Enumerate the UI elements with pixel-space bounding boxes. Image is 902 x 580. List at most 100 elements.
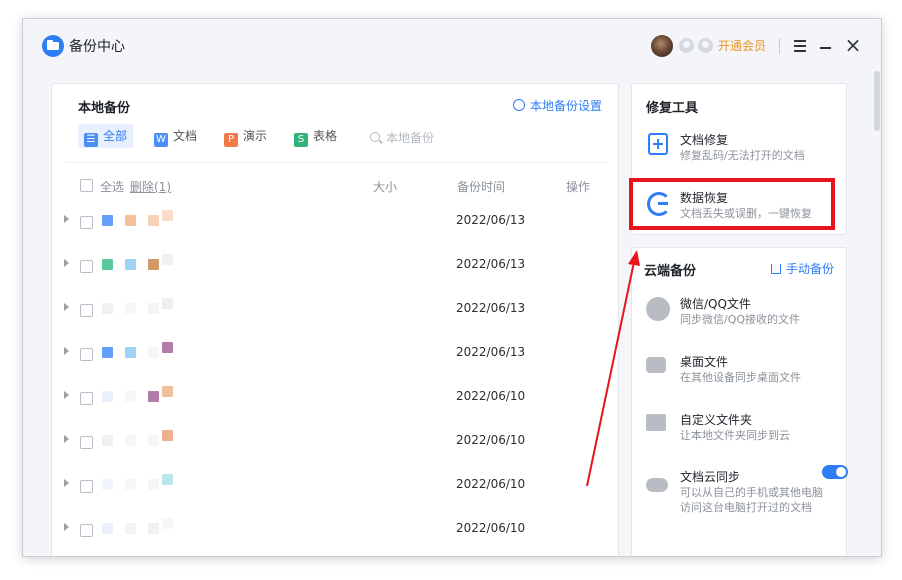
minimize-icon[interactable] [814,33,838,57]
blurred-filename-block [102,391,113,402]
item-description-line2: 访问这台电脑打开过的文档 [680,501,812,514]
local-backup-panel: 本地备份 本地备份设置 ☰ 全部 W 文档 P 演示 S 表格 本地备份 全选 删除(1 [51,83,619,556]
document-repair-icon [648,133,668,155]
cloud-sync-toggle[interactable] [822,465,848,479]
blurred-filename-block [125,523,136,534]
delete-button[interactable]: 删除(1) [130,178,171,195]
filter-tab-documents[interactable]: W 文档 [148,124,203,148]
row-checkbox[interactable] [80,436,93,449]
table-row[interactable]: 2022/06/10 [52,419,618,463]
presentation-icon: P [224,133,238,147]
menu-icon[interactable] [788,33,812,57]
blurred-filename-block [148,391,159,402]
blurred-filename-block [162,342,173,353]
table-row[interactable]: 2022/06/13 [52,243,618,287]
cloud-backup-title: 云端备份 [644,264,697,279]
row-checkbox[interactable] [80,480,93,493]
blurred-filename-block [148,523,159,534]
table-row[interactable]: 2022/06/10 [52,463,618,507]
blurred-filename-block [102,347,113,358]
blurred-filename-block [162,518,173,529]
open-vip-link[interactable]: 开通会员 [718,37,766,54]
expand-arrow-icon[interactable] [64,391,69,399]
backup-date: 2022/06/13 [456,257,526,271]
folder-icon [646,414,666,431]
select-all-label[interactable]: 全选 [100,178,124,195]
close-icon[interactable]: × [841,33,865,57]
table-row[interactable]: 2022/06/10 [52,375,618,419]
table-row[interactable]: 2022/06/13 [52,287,618,331]
blurred-filename-block [148,435,159,446]
item-title: 文档云同步 [680,470,741,484]
scrollbar[interactable] [874,71,880,131]
expand-arrow-icon[interactable] [64,479,69,487]
member-badge-icon[interactable] [679,38,694,53]
row-checkbox[interactable] [80,348,93,361]
backup-center-window: 备份中心 开通会员 × 本地备份 本地备份设置 ☰ 全部 W 文档 P 演示 S… [22,18,882,557]
blurred-filename-block [162,298,173,309]
column-size: 大小 [373,180,398,194]
expand-arrow-icon[interactable] [64,259,69,267]
avatar[interactable] [651,35,673,57]
search-input[interactable]: 本地备份 [370,129,434,146]
expand-arrow-icon[interactable] [64,347,69,355]
blurred-filename-block [162,474,173,485]
cloud-backup-panel: 云端备份 手动备份 微信/QQ文件 同步微信/QQ接收的文件 桌面文件 在其他设… [631,247,848,556]
item-description: 同步微信/QQ接收的文件 [680,313,801,326]
item-description-line1: 可以从自己的手机或其他电脑 [680,486,823,499]
blurred-filename-block [148,215,159,226]
chat-icon [646,297,670,321]
blurred-filename-block [162,254,173,265]
item-title: 桌面文件 [680,355,729,369]
backup-date: 2022/06/10 [456,389,526,403]
custom-folder-item[interactable]: 自定义文件夹 让本地文件夹同步到云 [646,411,842,451]
document-repair-item[interactable]: 文档修复 修复乱码/无法打开的文档 [646,131,842,171]
cloud-upload-icon [646,478,668,492]
expand-arrow-icon[interactable] [64,435,69,443]
titlebar-divider [779,38,780,54]
search-icon [370,132,380,142]
manual-backup-button[interactable]: 手动备份 [770,260,834,277]
filter-tab-presentations[interactable]: P 演示 [218,124,273,148]
local-backup-title: 本地备份 [78,101,131,116]
table-row[interactable]: 2022/06/13 [52,199,618,243]
backup-folder-icon [42,35,64,57]
filter-tab-label: 表格 [313,129,338,143]
table-row[interactable]: 2022/06/13 [52,331,618,375]
super-member-badge-icon[interactable] [698,38,713,53]
select-all-checkbox[interactable] [80,179,93,192]
item-description: 修复乱码/无法打开的文档 [680,149,805,162]
blurred-filename-block [148,303,159,314]
row-checkbox[interactable] [80,216,93,229]
expand-arrow-icon[interactable] [64,303,69,311]
blurred-filename-block [125,391,136,402]
item-title: 自定义文件夹 [680,413,753,427]
upload-icon [770,264,781,274]
blurred-filename-block [148,479,159,490]
table-row[interactable]: 2022/06/10 [52,507,618,551]
filter-tab-all[interactable]: ☰ 全部 [78,124,134,148]
row-checkbox[interactable] [80,524,93,537]
filter-tab-spreadsheets[interactable]: S 表格 [288,124,343,148]
table-header: 全选 删除(1) 大小 备份时间 操作 [52,176,618,196]
blurred-filename-block [102,303,113,314]
desktop-files-item[interactable]: 桌面文件 在其他设备同步桌面文件 [646,353,842,393]
blurred-filename-block [102,479,113,490]
expand-arrow-icon[interactable] [64,523,69,531]
row-checkbox[interactable] [80,260,93,273]
blurred-filename-block [102,259,113,270]
blurred-filename-block [148,259,159,270]
filter-tab-label: 演示 [243,129,268,143]
row-checkbox[interactable] [80,304,93,317]
document-cloud-sync-item[interactable]: 文档云同步 可以从自己的手机或其他电脑 访问这台电脑打开过的文档 [646,465,848,518]
app-title: 备份中心 [69,39,125,55]
wechat-qq-files-item[interactable]: 微信/QQ文件 同步微信/QQ接收的文件 [646,295,842,335]
blurred-filename-block [102,215,113,226]
settings-icon [512,99,525,111]
row-checkbox[interactable] [80,392,93,405]
monitor-icon [646,357,666,373]
blurred-filename-block [125,435,136,446]
local-backup-settings-link[interactable]: 本地备份设置 [512,97,602,114]
expand-arrow-icon[interactable] [64,215,69,223]
item-title: 微信/QQ文件 [680,297,751,311]
